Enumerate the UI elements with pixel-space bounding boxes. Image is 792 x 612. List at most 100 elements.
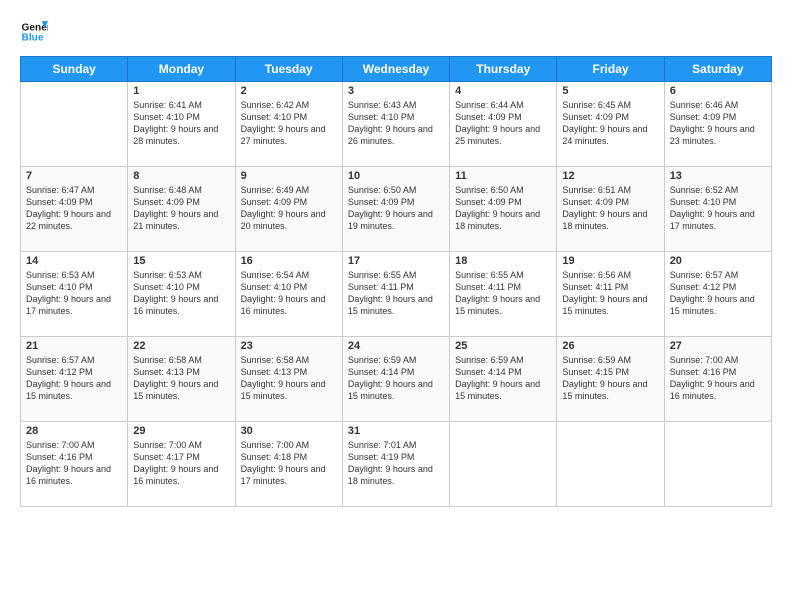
day-number: 29 [133,425,229,437]
day-number: 14 [26,255,122,267]
calendar-cell: 5 Sunrise: 6:45 AMSunset: 4:09 PMDaylight… [557,82,664,167]
calendar-cell [450,422,557,507]
calendar-cell: 10Sunrise: 6:50 AMSunset: 4:09 PMDayligh… [342,167,449,252]
cell-info: Sunrise: 6:46 AMSunset: 4:09 PMDaylight:… [670,100,755,146]
calendar-cell: 23Sunrise: 6:58 AMSunset: 4:13 PMDayligh… [235,337,342,422]
cell-info: Sunrise: 7:01 AMSunset: 4:19 PMDaylight:… [348,440,433,486]
day-number: 5 [562,85,658,97]
week-row-1: 1Sunrise: 6:41 AMSunset: 4:10 PMDaylight… [21,82,772,167]
logo-icon: General Blue [20,18,48,46]
calendar-cell: 16Sunrise: 6:54 AMSunset: 4:10 PMDayligh… [235,252,342,337]
col-header-thursday: Thursday [450,57,557,82]
week-row-4: 21 Sunrise: 6:57 AMSunset: 4:12 PMDayligh… [21,337,772,422]
cell-info: Sunrise: 7:00 AMSunset: 4:16 PMDaylight:… [670,355,755,401]
col-header-tuesday: Tuesday [235,57,342,82]
calendar-cell: 3 Sunrise: 6:43 AMSunset: 4:10 PMDaylight… [342,82,449,167]
cell-info: Sunrise: 6:56 AMSunset: 4:11 PMDaylight:… [562,270,647,316]
day-number: 31 [348,425,444,437]
calendar-cell: 11 Sunrise: 6:50 AMSunset: 4:09 PMDayligh… [450,167,557,252]
day-number: 17 [348,255,444,267]
calendar-cell: 1Sunrise: 6:41 AMSunset: 4:10 PMDaylight… [128,82,235,167]
calendar-cell [557,422,664,507]
day-number: 7 [26,170,122,182]
calendar-cell: 7 Sunrise: 6:47 AMSunset: 4:09 PMDaylight… [21,167,128,252]
header: General Blue [20,18,772,46]
day-number: 20 [670,255,766,267]
cell-info: Sunrise: 7:00 AMSunset: 4:17 PMDaylight:… [133,440,218,486]
cell-info: Sunrise: 6:58 AMSunset: 4:13 PMDaylight:… [241,355,326,401]
day-number: 12 [562,170,658,182]
calendar-cell: 28 Sunrise: 7:00 AMSunset: 4:16 PMDayligh… [21,422,128,507]
calendar-cell: 13Sunrise: 6:52 AMSunset: 4:10 PMDayligh… [664,167,771,252]
week-row-5: 28 Sunrise: 7:00 AMSunset: 4:16 PMDayligh… [21,422,772,507]
calendar-cell: 21 Sunrise: 6:57 AMSunset: 4:12 PMDayligh… [21,337,128,422]
cell-info: Sunrise: 7:00 AMSunset: 4:18 PMDaylight:… [241,440,326,486]
calendar-cell: 18 Sunrise: 6:55 AMSunset: 4:11 PMDayligh… [450,252,557,337]
day-number: 19 [562,255,658,267]
calendar-cell: 19 Sunrise: 6:56 AMSunset: 4:11 PMDayligh… [557,252,664,337]
calendar-cell: 4 Sunrise: 6:44 AMSunset: 4:09 PMDaylight… [450,82,557,167]
cell-info: Sunrise: 6:45 AMSunset: 4:09 PMDaylight:… [562,100,647,146]
col-header-monday: Monday [128,57,235,82]
day-number: 2 [241,85,337,97]
cell-info: Sunrise: 6:59 AMSunset: 4:15 PMDaylight:… [562,355,647,401]
cell-info: Sunrise: 6:49 AMSunset: 4:09 PMDaylight:… [241,185,326,231]
day-number: 4 [455,85,551,97]
page: General Blue SundayMondayTuesdayWednesda… [0,0,792,612]
cell-info: Sunrise: 6:42 AMSunset: 4:10 PMDaylight:… [241,100,326,146]
day-number: 1 [133,85,229,97]
cell-info: Sunrise: 6:59 AMSunset: 4:14 PMDaylight:… [455,355,540,401]
col-header-saturday: Saturday [664,57,771,82]
cell-info: Sunrise: 6:59 AMSunset: 4:14 PMDaylight:… [348,355,433,401]
cell-info: Sunrise: 6:55 AMSunset: 4:11 PMDaylight:… [455,270,540,316]
day-number: 3 [348,85,444,97]
cell-info: Sunrise: 7:00 AMSunset: 4:16 PMDaylight:… [26,440,111,486]
calendar-cell: 31 Sunrise: 7:01 AMSunset: 4:19 PMDayligh… [342,422,449,507]
cell-info: Sunrise: 6:55 AMSunset: 4:11 PMDaylight:… [348,270,433,316]
cell-info: Sunrise: 6:53 AMSunset: 4:10 PMDaylight:… [133,270,218,316]
cell-info: Sunrise: 6:44 AMSunset: 4:09 PMDaylight:… [455,100,540,146]
cell-info: Sunrise: 6:51 AMSunset: 4:09 PMDaylight:… [562,185,647,231]
calendar-cell: 12 Sunrise: 6:51 AMSunset: 4:09 PMDayligh… [557,167,664,252]
day-number: 8 [133,170,229,182]
logo: General Blue [20,18,48,46]
calendar-cell: 9Sunrise: 6:49 AMSunset: 4:09 PMDaylight… [235,167,342,252]
cell-info: Sunrise: 6:47 AMSunset: 4:09 PMDaylight:… [26,185,111,231]
day-number: 18 [455,255,551,267]
cell-info: Sunrise: 6:43 AMSunset: 4:10 PMDaylight:… [348,100,433,146]
calendar-cell: 29 Sunrise: 7:00 AMSunset: 4:17 PMDayligh… [128,422,235,507]
cell-info: Sunrise: 6:48 AMSunset: 4:09 PMDaylight:… [133,185,218,231]
col-header-wednesday: Wednesday [342,57,449,82]
calendar-cell: 14 Sunrise: 6:53 AMSunset: 4:10 PMDayligh… [21,252,128,337]
cell-info: Sunrise: 6:53 AMSunset: 4:10 PMDaylight:… [26,270,111,316]
week-row-3: 14 Sunrise: 6:53 AMSunset: 4:10 PMDayligh… [21,252,772,337]
day-number: 28 [26,425,122,437]
cell-info: Sunrise: 6:58 AMSunset: 4:13 PMDaylight:… [133,355,218,401]
calendar-cell: 2 Sunrise: 6:42 AMSunset: 4:10 PMDaylight… [235,82,342,167]
cell-info: Sunrise: 6:57 AMSunset: 4:12 PMDaylight:… [26,355,111,401]
day-number: 6 [670,85,766,97]
calendar-cell: 8 Sunrise: 6:48 AMSunset: 4:09 PMDaylight… [128,167,235,252]
cell-info: Sunrise: 6:54 AMSunset: 4:10 PMDaylight:… [241,270,326,316]
cell-info: Sunrise: 6:50 AMSunset: 4:09 PMDaylight:… [455,185,540,231]
calendar-cell: 20 Sunrise: 6:57 AMSunset: 4:12 PMDayligh… [664,252,771,337]
calendar-cell: 6 Sunrise: 6:46 AMSunset: 4:09 PMDaylight… [664,82,771,167]
day-number: 25 [455,340,551,352]
col-header-sunday: Sunday [21,57,128,82]
calendar-cell: 22Sunrise: 6:58 AMSunset: 4:13 PMDayligh… [128,337,235,422]
calendar-cell [664,422,771,507]
week-row-2: 7 Sunrise: 6:47 AMSunset: 4:09 PMDaylight… [21,167,772,252]
day-number: 24 [348,340,444,352]
calendar-cell: 25 Sunrise: 6:59 AMSunset: 4:14 PMDayligh… [450,337,557,422]
svg-text:Blue: Blue [22,33,44,44]
calendar-header-row: SundayMondayTuesdayWednesdayThursdayFrid… [21,57,772,82]
calendar-cell: 26 Sunrise: 6:59 AMSunset: 4:15 PMDayligh… [557,337,664,422]
calendar-cell: 17 Sunrise: 6:55 AMSunset: 4:11 PMDayligh… [342,252,449,337]
day-number: 11 [455,170,551,182]
day-number: 26 [562,340,658,352]
calendar-cell: 27Sunrise: 7:00 AMSunset: 4:16 PMDayligh… [664,337,771,422]
day-number: 21 [26,340,122,352]
cell-info: Sunrise: 6:57 AMSunset: 4:12 PMDaylight:… [670,270,755,316]
day-number: 30 [241,425,337,437]
calendar-cell: 30 Sunrise: 7:00 AMSunset: 4:18 PMDayligh… [235,422,342,507]
